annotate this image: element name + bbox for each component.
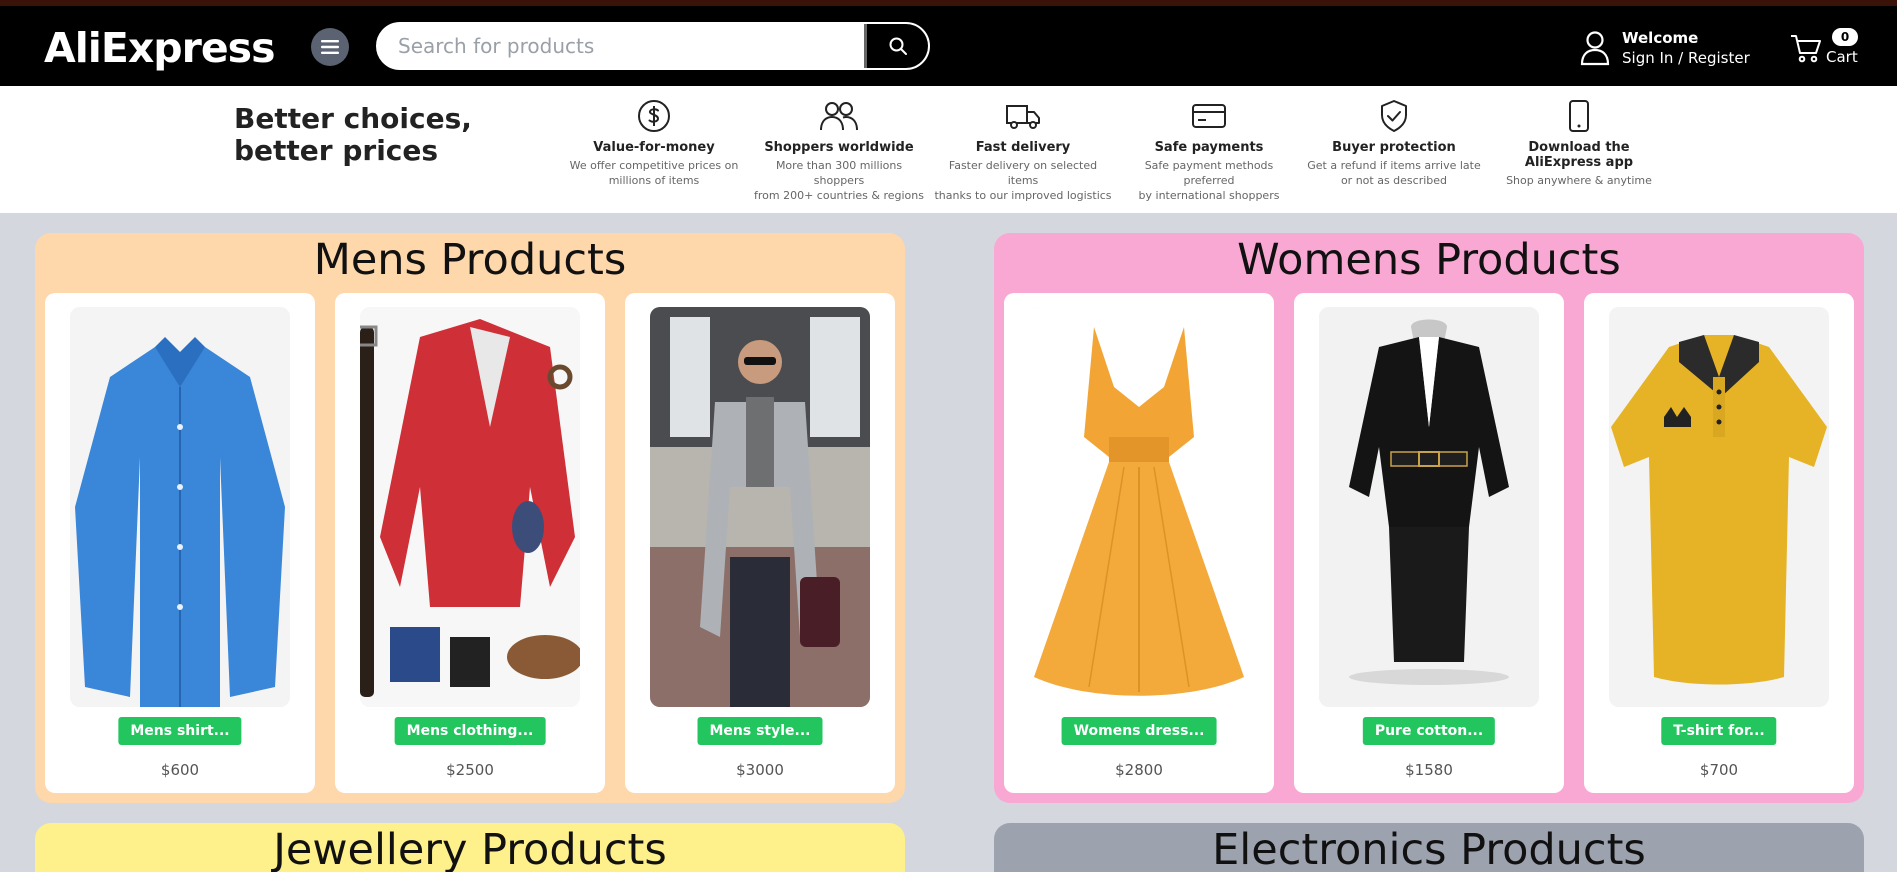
tagline: Better choices, better prices bbox=[234, 102, 472, 167]
dollar-icon bbox=[638, 100, 670, 132]
cart-icon bbox=[1791, 35, 1821, 63]
product-price: $3000 bbox=[736, 761, 784, 779]
cart-label: Cart bbox=[1826, 48, 1858, 66]
cart-button[interactable]: 0 Cart bbox=[1790, 26, 1858, 70]
site-header: AliExpress Welcome Sign In / Register bbox=[0, 6, 1897, 86]
phone-icon bbox=[1569, 100, 1589, 132]
womens-products-panel: Womens Products Womens dress... $2800 Pu… bbox=[994, 233, 1864, 803]
mens-products-title: Mens Products bbox=[313, 235, 627, 285]
signin-register-link[interactable]: Sign In / Register bbox=[1622, 48, 1750, 68]
product-image-womens-dress[interactable] bbox=[1029, 307, 1249, 707]
credit-card-icon bbox=[1192, 104, 1226, 128]
product-price: $2500 bbox=[446, 761, 494, 779]
feature-fast-delivery: Fast delivery Faster delivery on selecte… bbox=[933, 98, 1113, 203]
feature-shoppers-worldwide: Shoppers worldwide More than 300 million… bbox=[749, 98, 929, 203]
product-name-button[interactable]: Mens style... bbox=[697, 717, 823, 745]
menu-button[interactable] bbox=[311, 28, 349, 66]
search-icon bbox=[889, 37, 907, 55]
feature-value-for-money: Value-for-money We offer competitive pri… bbox=[564, 98, 744, 188]
womens-products-title: Womens Products bbox=[1237, 235, 1621, 285]
product-card[interactable]: Womens dress... $2800 bbox=[1004, 293, 1274, 793]
search-button[interactable] bbox=[864, 24, 928, 68]
product-image-mens-clothing[interactable] bbox=[360, 307, 580, 707]
product-card[interactable]: T-shirt for... $700 bbox=[1584, 293, 1854, 793]
product-name-button[interactable]: Pure cotton... bbox=[1362, 717, 1496, 745]
product-price: $700 bbox=[1699, 761, 1739, 779]
mens-products-panel: Mens Products Mens shirt... $600 Mens cl… bbox=[35, 233, 905, 803]
product-image-t-shirt[interactable] bbox=[1609, 307, 1829, 707]
electronics-products-panel: Electronics Products bbox=[994, 823, 1864, 872]
product-price: $2800 bbox=[1115, 761, 1163, 779]
product-name-button[interactable]: Womens dress... bbox=[1061, 717, 1217, 745]
product-price: $600 bbox=[160, 761, 200, 779]
search-input[interactable] bbox=[378, 24, 864, 68]
shield-check-icon bbox=[1381, 100, 1407, 132]
product-name-button[interactable]: Mens clothing... bbox=[394, 717, 546, 745]
product-name-button[interactable]: T-shirt for... bbox=[1661, 717, 1777, 745]
feature-download-app[interactable]: Download the AliExpress app Shop anywher… bbox=[1489, 98, 1669, 188]
site-logo[interactable]: AliExpress bbox=[44, 24, 275, 72]
user-icon bbox=[1580, 31, 1610, 66]
account-link[interactable]: Welcome Sign In / Register bbox=[1580, 26, 1750, 70]
feature-safe-payments: Safe payments Safe payment methods prefe… bbox=[1119, 98, 1299, 203]
product-price: $1580 bbox=[1405, 761, 1453, 779]
electronics-products-title: Electronics Products bbox=[1212, 825, 1646, 872]
features-strip: Better choices, better prices Value-for-… bbox=[0, 86, 1897, 213]
product-name-button[interactable]: Mens shirt... bbox=[118, 717, 242, 745]
truck-icon bbox=[1006, 105, 1040, 129]
product-image-mens-shirt[interactable] bbox=[70, 307, 290, 707]
jewellery-products-title: Jewellery Products bbox=[273, 825, 667, 872]
product-image-mens-style[interactable] bbox=[650, 307, 870, 707]
jewellery-products-panel: Jewellery Products bbox=[35, 823, 905, 872]
product-card[interactable]: Mens style... $3000 bbox=[625, 293, 895, 793]
product-card[interactable]: Mens clothing... $2500 bbox=[335, 293, 605, 793]
cart-count-badge: 0 bbox=[1832, 28, 1858, 46]
welcome-text: Welcome bbox=[1622, 29, 1699, 47]
shoppers-icon bbox=[820, 102, 858, 131]
product-card[interactable]: Mens shirt... $600 bbox=[45, 293, 315, 793]
feature-buyer-protection: Buyer protection Get a refund if items a… bbox=[1304, 98, 1484, 188]
product-image-pure-cotton[interactable] bbox=[1319, 307, 1539, 707]
hamburger-icon bbox=[321, 40, 339, 54]
product-card[interactable]: Pure cotton... $1580 bbox=[1294, 293, 1564, 793]
search-bar bbox=[376, 22, 930, 70]
